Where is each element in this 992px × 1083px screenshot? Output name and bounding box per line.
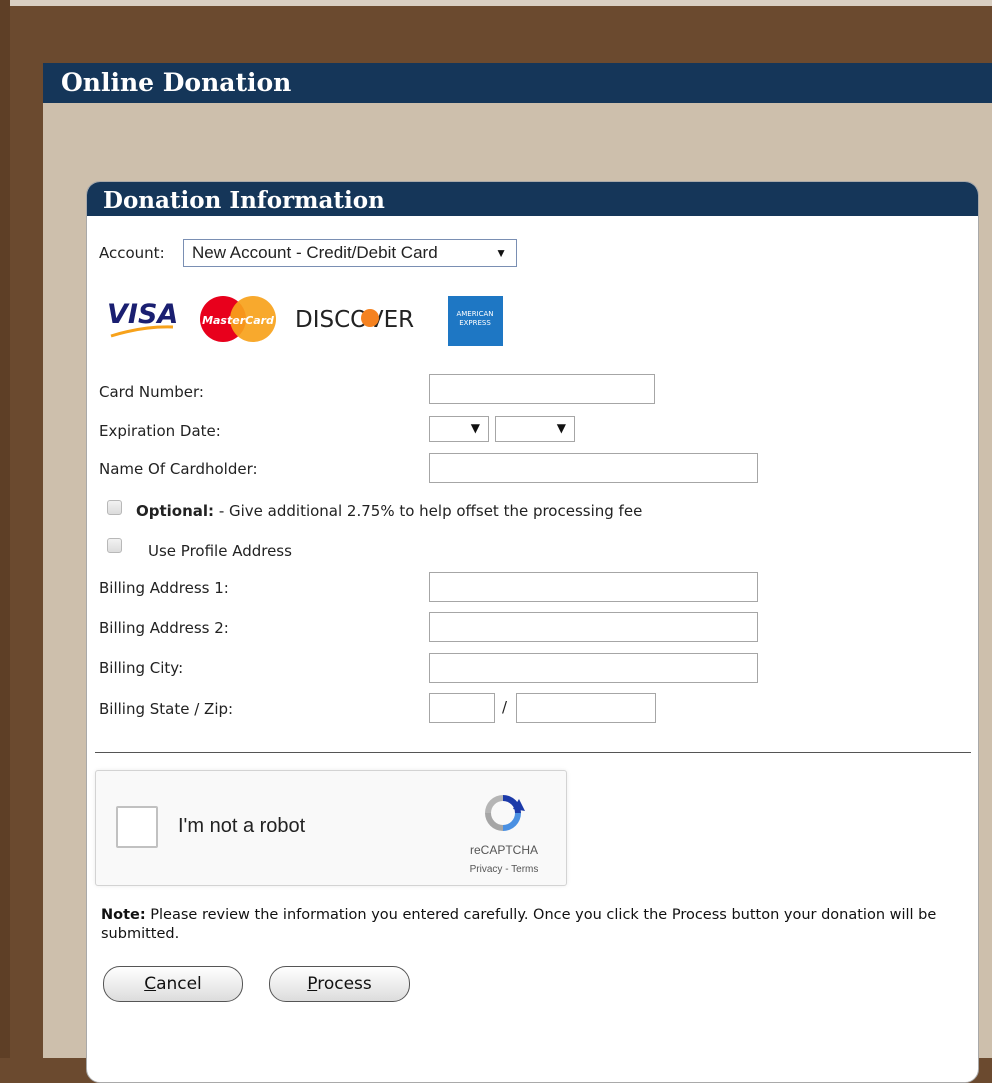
recaptcha-privacy-terms[interactable]: Privacy - Terms xyxy=(456,864,552,875)
use-profile-address-label: Use Profile Address xyxy=(148,542,292,560)
expiration-month-select[interactable]: ▼ xyxy=(429,416,489,442)
page-title: Online Donation xyxy=(43,63,992,103)
account-select[interactable]: New Account - Credit/Debit Card ▼ xyxy=(183,239,517,267)
card-logos: VISA MasterCard DISCOVER AMERICAN EXPRES… xyxy=(107,296,503,346)
card-number-label: Card Number: xyxy=(99,383,204,401)
use-profile-address-checkbox[interactable] xyxy=(107,538,122,553)
cancel-accesskey: C xyxy=(144,974,157,994)
state-zip-separator: / xyxy=(502,698,508,716)
donation-panel: Donation Information Account: New Accoun… xyxy=(86,181,979,1083)
visa-logo: VISA xyxy=(107,299,178,338)
recaptcha-icon xyxy=(485,795,525,831)
cancel-label: ancel xyxy=(156,974,202,994)
billing-state-input[interactable] xyxy=(429,693,495,723)
process-label: rocess xyxy=(317,974,372,994)
note-bold: Note: xyxy=(101,907,146,923)
process-accesskey: P xyxy=(307,974,318,994)
discover-logo: DISCOVER xyxy=(295,307,414,333)
visa-logo-text: VISA xyxy=(107,299,178,330)
recaptcha-widget: I'm not a robot reCAPTCHA Privacy - Term… xyxy=(95,770,567,886)
amex-logo-line1: AMERICAN xyxy=(456,310,493,318)
mastercard-logo: MasterCard xyxy=(200,296,276,342)
cardholder-label: Name Of Cardholder: xyxy=(99,460,258,478)
panel-title: Donation Information xyxy=(87,182,978,216)
optional-fee-checkbox[interactable] xyxy=(107,500,122,515)
expiration-year-select[interactable]: ▼ xyxy=(495,416,575,442)
chevron-down-icon: ▼ xyxy=(495,246,507,260)
account-label: Account: xyxy=(99,244,165,262)
recaptcha-checkbox[interactable] xyxy=(116,806,158,848)
process-button[interactable]: Process xyxy=(269,966,410,1002)
amex-logo-line2: EXPRESS xyxy=(459,319,491,327)
billing-zip-input[interactable] xyxy=(516,693,656,723)
optional-fee-text: Optional: - Give additional 2.75% to hel… xyxy=(136,502,642,520)
note-text: Please review the information you entere… xyxy=(101,907,937,942)
recaptcha-brand: reCAPTCHA xyxy=(469,843,538,857)
billing-address2-input[interactable] xyxy=(429,612,758,642)
discover-logo-text: DISCOVER xyxy=(295,307,414,333)
submission-note: Note: Please review the information you … xyxy=(101,906,961,944)
billing-city-label: Billing City: xyxy=(99,659,184,677)
window-left-strip xyxy=(0,0,10,1058)
billing-city-input[interactable] xyxy=(429,653,758,683)
chevron-down-icon: ▼ xyxy=(556,421,566,435)
billing-address1-input[interactable] xyxy=(429,572,758,602)
cancel-button[interactable]: Cancel xyxy=(103,966,243,1002)
billing-address1-label: Billing Address 1: xyxy=(99,579,229,597)
window-top-strip xyxy=(0,0,992,6)
card-number-input[interactable] xyxy=(429,374,655,404)
optional-fee-bold: Optional: xyxy=(136,502,215,520)
billing-state-zip-label: Billing State / Zip: xyxy=(99,700,234,718)
recaptcha-label: I'm not a robot xyxy=(178,815,306,837)
chevron-down-icon: ▼ xyxy=(470,421,480,435)
expiration-date-label: Expiration Date: xyxy=(99,422,221,440)
mastercard-logo-text: MasterCard xyxy=(202,314,274,327)
account-selected-value: New Account - Credit/Debit Card xyxy=(192,243,438,262)
amex-logo: AMERICAN EXPRESS xyxy=(448,296,503,346)
page-container: Online Donation Donation Information Acc… xyxy=(43,63,992,1083)
section-divider xyxy=(95,752,971,753)
cardholder-input[interactable] xyxy=(429,453,758,483)
billing-address2-label: Billing Address 2: xyxy=(99,619,229,637)
optional-fee-description: - Give additional 2.75% to help offset t… xyxy=(214,502,643,520)
